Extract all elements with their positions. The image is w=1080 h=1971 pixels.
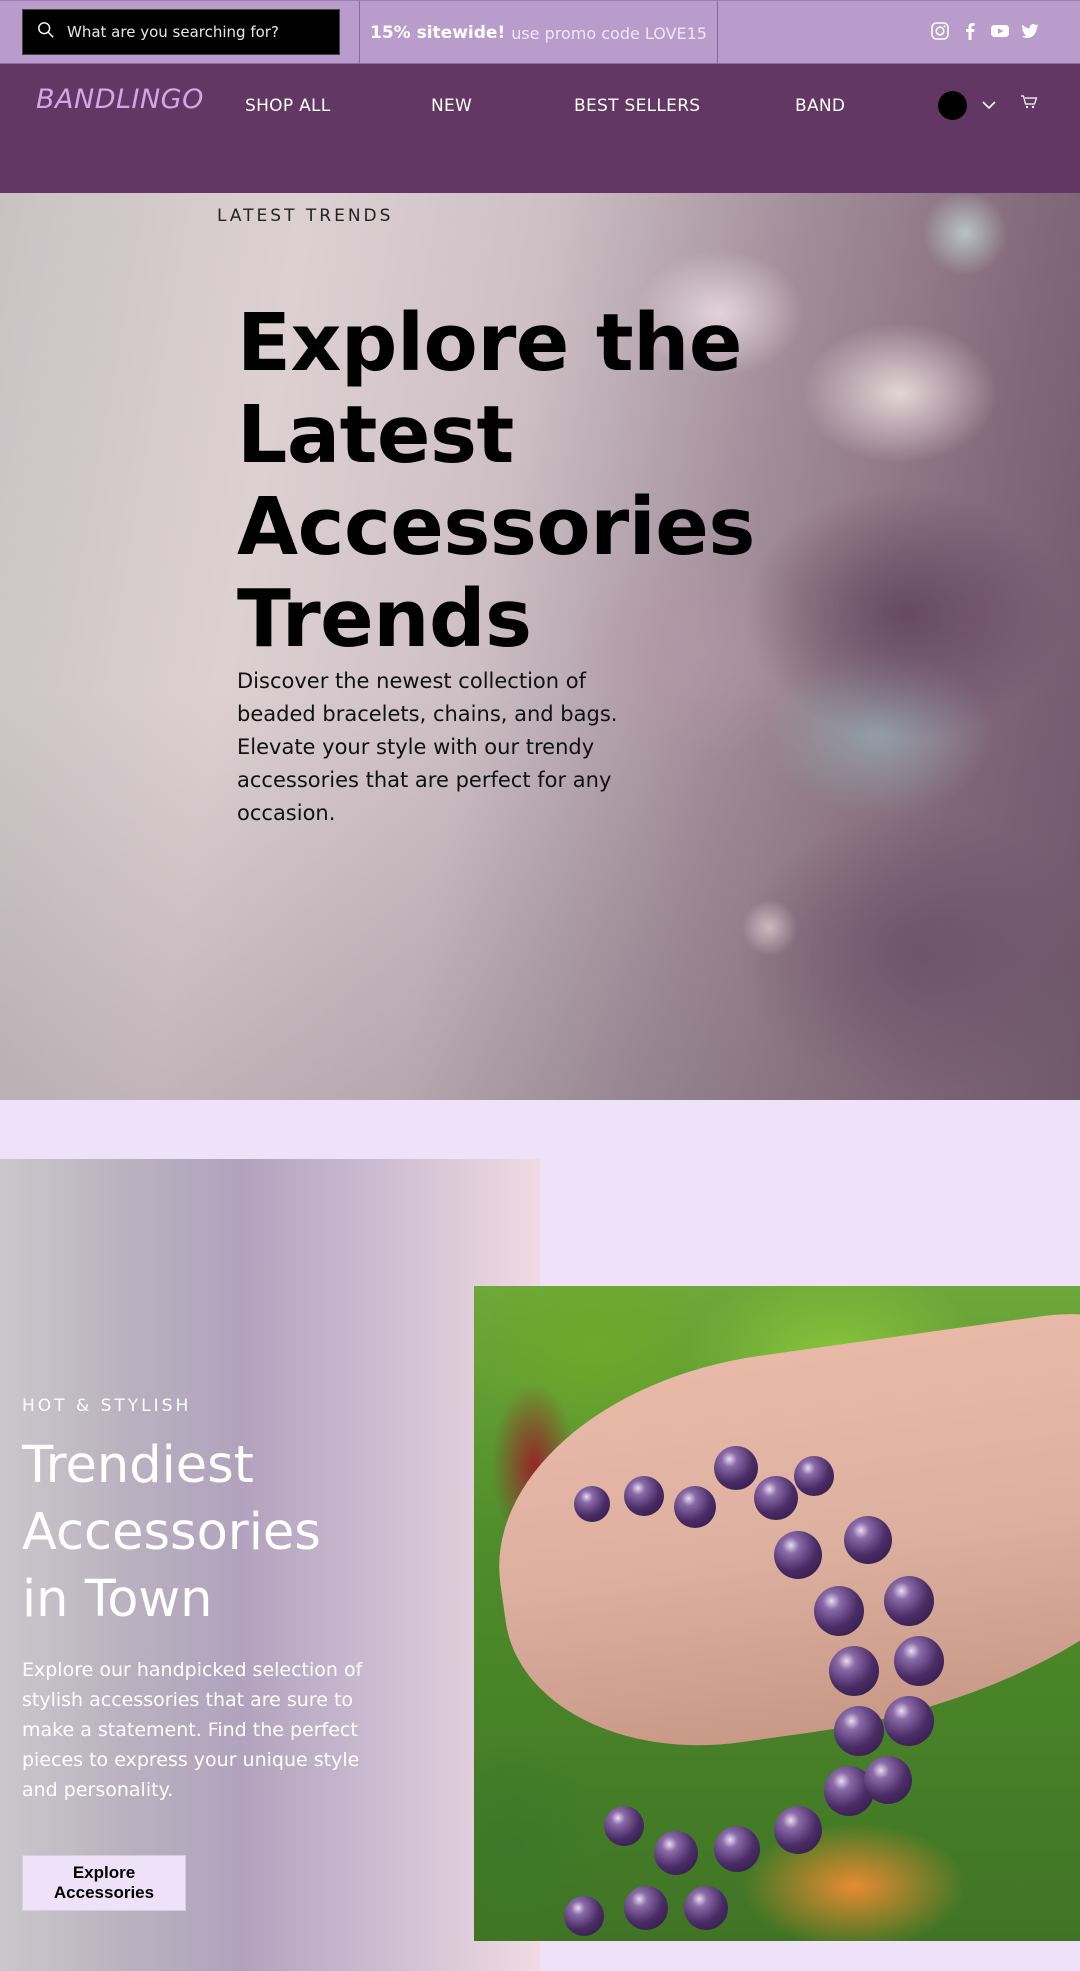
feature-title: Trendiest Accessories in Town bbox=[22, 1436, 321, 1629]
bracelet-photo bbox=[474, 1286, 1080, 1941]
social-links bbox=[930, 21, 1040, 41]
chevron-down-icon[interactable] bbox=[980, 96, 998, 114]
hero-section: LATEST TRENDS Explore the Latest Accesso… bbox=[0, 193, 1080, 1100]
search-input[interactable] bbox=[67, 23, 327, 41]
feature-eyebrow: HOT & STYLISH bbox=[22, 1396, 192, 1416]
hero-description: Discover the newest collection of beaded… bbox=[237, 669, 618, 825]
nav-item-best-sellers[interactable]: BEST SELLERS bbox=[574, 96, 700, 116]
promo-highlight: 15% sitewide! bbox=[370, 23, 506, 43]
explore-accessories-button[interactable]: Explore Accessories bbox=[22, 1855, 186, 1911]
facebook-icon[interactable] bbox=[960, 21, 980, 41]
search-icon[interactable] bbox=[37, 21, 55, 43]
promo-text: use promo code LOVE15 bbox=[511, 23, 707, 43]
nav-item-new[interactable]: NEW bbox=[431, 96, 472, 116]
arm-shape bbox=[474, 1295, 1080, 1773]
feature-description: Explore our handpicked selection of styl… bbox=[22, 1659, 363, 1801]
top-bar: 15% sitewide! use promo code LOVE15 bbox=[0, 0, 1080, 65]
nav-item-band[interactable]: BAND bbox=[795, 96, 845, 116]
avatar[interactable] bbox=[938, 91, 967, 120]
divider bbox=[717, 1, 718, 65]
promo-banner: 15% sitewide! use promo code LOVE15 bbox=[360, 1, 717, 65]
cart-icon[interactable] bbox=[1019, 92, 1039, 112]
twitter-icon[interactable] bbox=[1020, 21, 1040, 41]
hero-eyebrow: LATEST TRENDS bbox=[217, 206, 394, 226]
nav-item-shop-all[interactable]: SHOP ALL bbox=[245, 96, 331, 116]
hero-title: Explore the Latest Accessories Trends bbox=[237, 297, 755, 665]
youtube-icon[interactable] bbox=[990, 21, 1010, 41]
search-box[interactable] bbox=[22, 9, 340, 55]
instagram-icon[interactable] bbox=[930, 21, 950, 41]
brand-logo[interactable]: BANDLINGO bbox=[36, 84, 204, 115]
main-nav: BANDLINGO SHOP ALL NEW BEST SELLERS BAND bbox=[0, 64, 1080, 193]
